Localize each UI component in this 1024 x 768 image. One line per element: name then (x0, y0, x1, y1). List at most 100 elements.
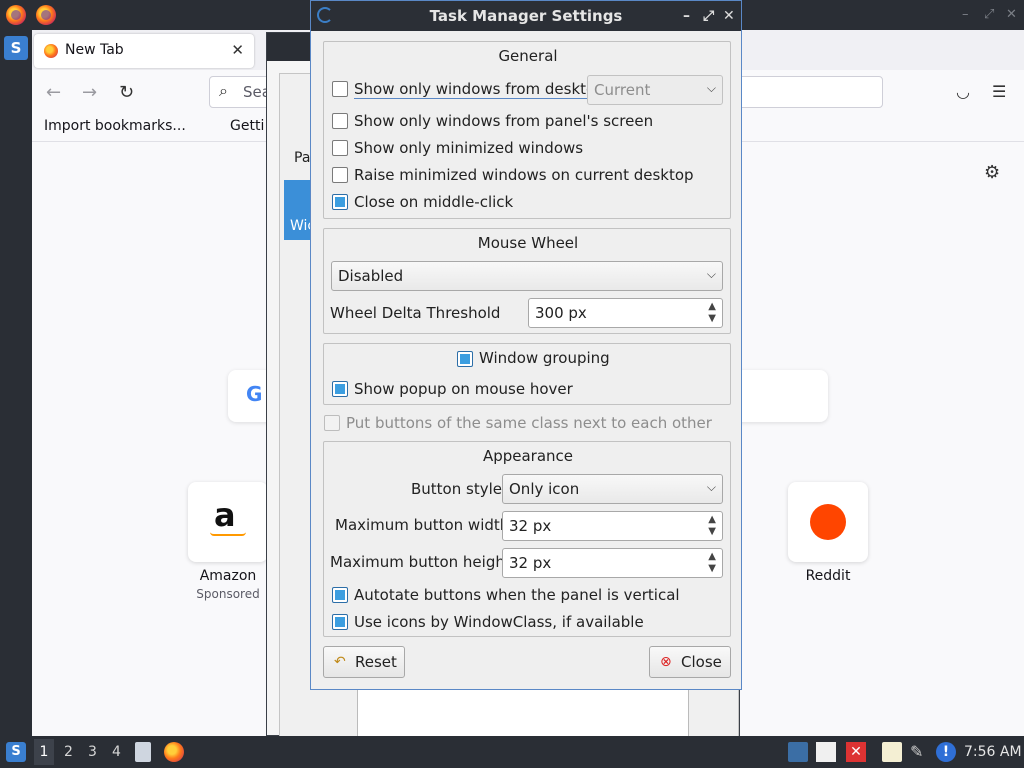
menu-icon[interactable]: ☰ (992, 82, 1006, 101)
raise-minimized-label[interactable]: Raise minimized windows on current deskt… (354, 166, 694, 184)
reload-icon[interactable]: ↻ (119, 82, 134, 103)
general-title: General (498, 47, 558, 65)
raise-minimized-checkbox[interactable] (332, 167, 348, 183)
desktop-icon[interactable] (816, 742, 836, 762)
minimized-only-checkbox[interactable] (332, 140, 348, 156)
reset-button[interactable]: ↶ Reset (323, 646, 405, 678)
left-strip (0, 30, 32, 736)
window-grouping-label[interactable]: Window grouping (479, 349, 610, 367)
clipboard-icon[interactable] (882, 742, 902, 762)
max-width-spinbox[interactable]: 32 px ▲ ▼ (502, 511, 723, 541)
dialog-title: Task Manager Settings (429, 7, 623, 25)
autorotate-checkbox[interactable] (332, 587, 348, 603)
start-menu-icon[interactable]: S (6, 742, 26, 762)
wheel-mode-value: Disabled (338, 267, 404, 285)
app-icon (317, 7, 333, 23)
minimize-icon[interactable]: – (962, 7, 969, 22)
mouse-wheel-title: Mouse Wheel (477, 234, 579, 252)
spin-down-icon[interactable]: ▼ (708, 564, 716, 574)
panel-item-label[interactable]: Pa (294, 150, 310, 166)
spin-down-icon[interactable]: ▼ (708, 527, 716, 537)
minimize-icon[interactable]: – (683, 1, 690, 31)
max-width-label: Maximum button width (335, 516, 510, 534)
windowclass-icons-checkbox[interactable] (332, 614, 348, 630)
close-tab-icon[interactable]: ✕ (231, 41, 244, 59)
maximize-icon[interactable]: ⤢ (984, 7, 994, 22)
firefox-icon-2[interactable] (36, 5, 56, 25)
panel-screen-checkbox[interactable] (332, 113, 348, 129)
tab-title: New Tab (65, 42, 124, 58)
wheel-delta-value: 300 px (535, 304, 587, 322)
wheel-delta-spinbox[interactable]: 300 px ▲ ▼ (528, 298, 723, 328)
app-menu-icon[interactable]: S (4, 36, 28, 60)
amazon-smile-icon (210, 532, 246, 536)
workspace-3[interactable]: 3 (88, 744, 97, 760)
desktop-combo-value: Current (594, 81, 651, 99)
minimized-only-label[interactable]: Show only minimized windows (354, 139, 583, 157)
network-icon[interactable] (788, 742, 808, 762)
max-width-value: 32 px (509, 517, 552, 535)
close-middle-click-label[interactable]: Close on middle-click (354, 193, 513, 211)
taskbar: S 1 2 3 4 ✕ ✎ ! 7:56 AM (0, 736, 1024, 768)
popup-hover-label[interactable]: Show popup on mouse hover (354, 380, 573, 398)
window-grouping-checkbox[interactable] (457, 351, 473, 367)
close-middle-click-checkbox[interactable] (332, 194, 348, 210)
dialog-titlebar: Task Manager Settings – ⤢ ✕ (311, 1, 741, 31)
import-bookmarks-link[interactable]: Import bookmarks... (44, 118, 186, 134)
button-style-combo[interactable]: Only icon ⌵ (502, 474, 723, 504)
file-manager-icon[interactable] (135, 742, 151, 762)
panel-screen-label[interactable]: Show only windows from panel's screen (354, 112, 653, 130)
chevron-down-icon: ⌵ (706, 480, 716, 494)
spin-up-icon[interactable]: ▲ (708, 302, 716, 312)
max-height-spinbox[interactable]: 32 px ▲ ▼ (502, 548, 723, 578)
shortcut-label-reddit: Reddit (805, 568, 851, 584)
max-height-value: 32 px (509, 554, 552, 572)
wheel-delta-label: Wheel Delta Threshold (330, 304, 501, 322)
amazon-icon: a (214, 496, 236, 534)
close-icon[interactable]: ✕ (723, 1, 735, 31)
close-label: Close (681, 653, 722, 671)
autorotate-label[interactable]: Autotate buttons when the panel is verti… (354, 586, 680, 604)
reset-label: Reset (355, 653, 397, 671)
desktop-only-checkbox[interactable] (332, 81, 348, 97)
workspace-4[interactable]: 4 (112, 744, 121, 760)
mouse-wheel-group: Mouse Wheel Disabled ⌵ Wheel Delta Thres… (323, 228, 731, 334)
undo-icon: ↶ (334, 654, 346, 670)
spin-up-icon[interactable]: ▲ (708, 515, 716, 525)
forward-icon[interactable]: → (82, 82, 97, 103)
button-style-label: Button style (411, 480, 502, 498)
back-icon[interactable]: ← (46, 82, 61, 103)
info-icon[interactable]: ! (936, 742, 956, 762)
pocket-icon[interactable]: ◡ (956, 82, 970, 101)
shortcut-amazon[interactable]: a (188, 482, 268, 562)
close-circle-icon: ⊗ (660, 654, 672, 670)
spin-down-icon[interactable]: ▼ (708, 314, 716, 324)
desktop-combo[interactable]: Current ⌵ (587, 75, 723, 105)
settings-gear-icon[interactable]: ⚙ (984, 162, 1000, 183)
shortcut-reddit[interactable] (788, 482, 868, 562)
windowclass-icons-label[interactable]: Use icons by WindowClass, if available (354, 613, 644, 631)
same-class-checkbox[interactable] (324, 415, 340, 431)
close-button[interactable]: ⊗ Close (649, 646, 731, 678)
workspace-2[interactable]: 2 (64, 744, 73, 760)
firefox-icon[interactable] (6, 5, 26, 25)
close-icon[interactable]: ✕ (1006, 7, 1017, 22)
panel-config-textbox[interactable] (357, 689, 689, 737)
getting-started-link[interactable]: Getti (230, 118, 264, 134)
wheel-mode-combo[interactable]: Disabled ⌵ (331, 261, 723, 291)
desktop-only-label[interactable]: Show only windows from desktop (354, 80, 605, 99)
task-manager-settings-dialog: Task Manager Settings – ⤢ ✕ General Show… (310, 0, 742, 690)
popup-hover-checkbox[interactable] (332, 381, 348, 397)
max-height-label: Maximum button height (330, 553, 511, 571)
firefox-taskbar-icon[interactable] (164, 742, 184, 762)
search-icon: ⌕ (219, 81, 228, 100)
workspace-1[interactable]: 1 (34, 739, 54, 765)
appearance-title: Appearance (482, 447, 574, 465)
tab-new-tab[interactable]: New Tab ✕ (34, 34, 254, 68)
clock[interactable]: 7:56 AM (964, 744, 1022, 760)
spin-up-icon[interactable]: ▲ (708, 552, 716, 562)
x-tray-icon[interactable]: ✕ (846, 742, 866, 762)
pen-icon[interactable]: ✎ (910, 742, 930, 762)
same-class-label: Put buttons of the same class next to ea… (346, 414, 712, 432)
maximize-icon[interactable]: ⤢ (703, 1, 714, 31)
